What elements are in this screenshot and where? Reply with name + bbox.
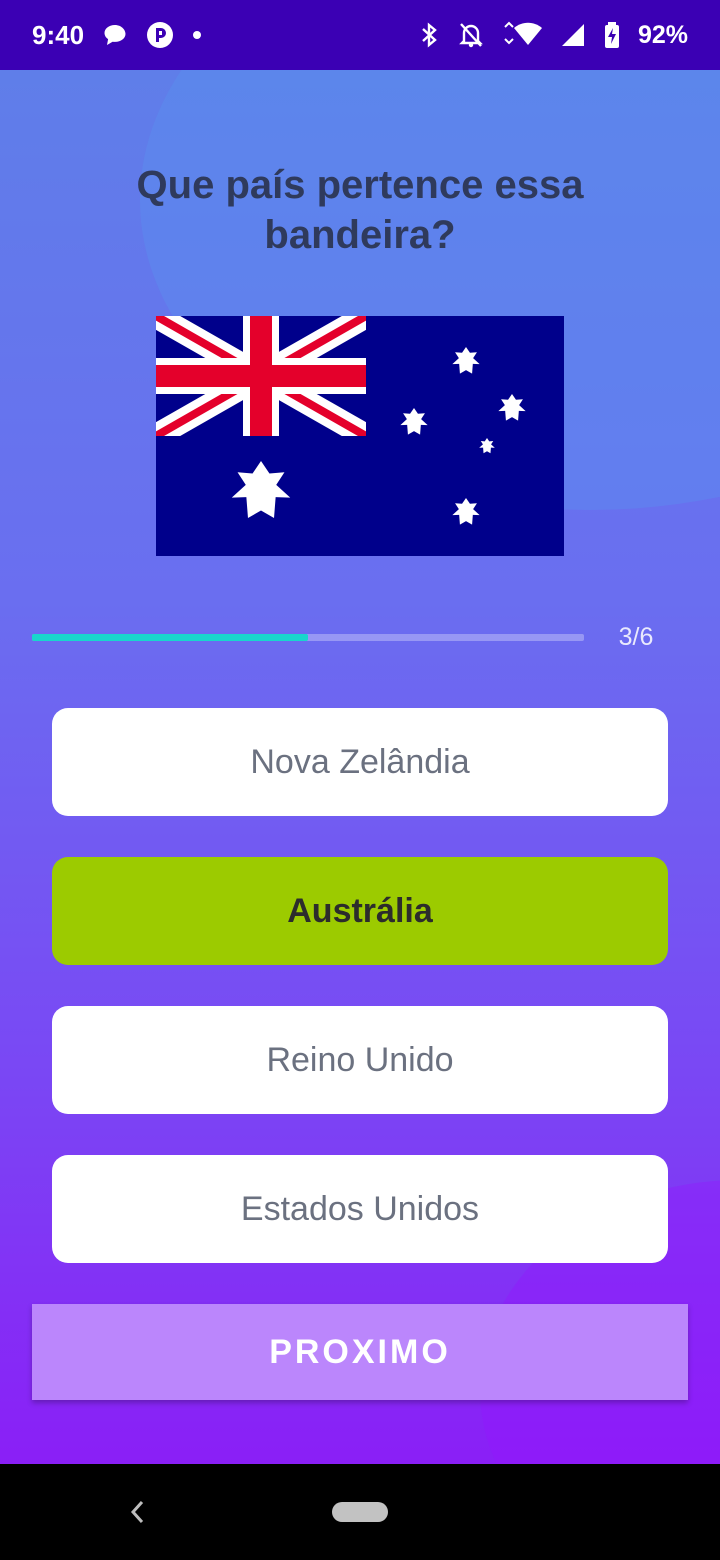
status-bar: 9:40 92% — [0, 0, 720, 70]
bell-off-icon — [458, 21, 484, 49]
option-nova-zelandia[interactable]: Nova Zelândia — [52, 708, 668, 816]
option-estados-unidos[interactable]: Estados Unidos — [52, 1155, 668, 1263]
app-p-icon — [146, 21, 174, 49]
battery-charging-icon — [604, 21, 620, 49]
navigation-bar — [0, 1464, 720, 1560]
question-text: Que país pertence essa bandeira? — [136, 163, 584, 257]
chat-bubble-icon — [102, 22, 128, 48]
option-australia[interactable]: Austrália — [52, 857, 668, 965]
battery-percent: 92% — [637, 20, 688, 49]
bluetooth-icon — [418, 21, 440, 49]
status-right: 92% — [418, 21, 688, 50]
progress-count: 3/6 — [618, 623, 654, 651]
dot-icon — [192, 30, 202, 40]
back-icon[interactable] — [128, 1498, 148, 1531]
signal-icon — [560, 22, 586, 48]
next-button[interactable]: PROXIMO — [32, 1304, 688, 1400]
quiz-screen: Que país pertence essa bandeira? 3/6 Nov… — [0, 70, 720, 1464]
option-label: Estados Unidos — [240, 1189, 480, 1228]
option-reino-unido[interactable]: Reino Unido — [52, 1006, 668, 1114]
status-time: 9:40 — [32, 19, 85, 50]
australia-flag-image — [156, 316, 564, 556]
progress-bar-fill — [32, 634, 308, 641]
option-label: Austrália — [287, 891, 433, 930]
option-label: Nova Zelândia — [250, 742, 470, 781]
progress-bar — [32, 634, 584, 641]
option-label: Reino Unido — [266, 1040, 454, 1079]
wifi-icon — [502, 21, 542, 49]
home-pill[interactable] — [332, 1502, 388, 1522]
status-left: 9:40 — [32, 20, 202, 51]
